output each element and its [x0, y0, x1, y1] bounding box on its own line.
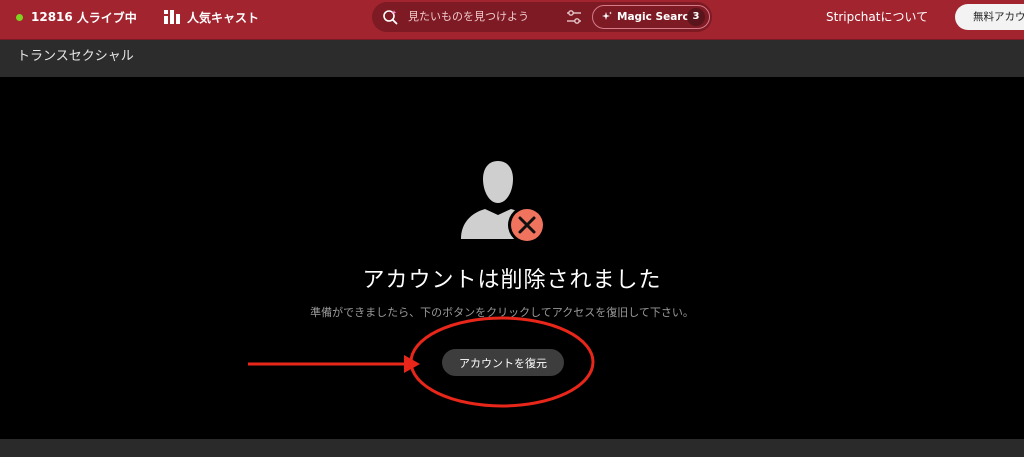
- top-header: 12816 人ライブ中 人気キャスト 見たいものを見つけよう Magic Sea…: [0, 0, 1024, 40]
- live-label: 人ライブ中: [76, 10, 137, 25]
- magic-search-badge: 3: [687, 8, 705, 26]
- search-input[interactable]: 見たいものを見つけよう Magic Search 3: [372, 2, 712, 32]
- category-title: トランスセクシャル: [17, 49, 134, 64]
- live-counter[interactable]: 12816 人ライブ中: [16, 0, 137, 34]
- category-bar: トランスセクシャル: [0, 40, 1024, 77]
- sparkle-icon: [602, 11, 612, 20]
- popular-label: 人気キャスト: [187, 10, 260, 25]
- magic-search-button[interactable]: Magic Search 3: [592, 5, 710, 29]
- deleted-subtitle: 準備ができましたら、下のボタンをクリックしてアクセスを復旧して下さい。: [310, 306, 694, 319]
- footer-strip: [0, 439, 1024, 457]
- signup-button[interactable]: 無料アカウ: [955, 4, 1024, 30]
- user-deleted-icon: [461, 161, 546, 243]
- filter-sliders-icon[interactable]: [566, 9, 582, 25]
- popular-cams-link[interactable]: 人気キャスト: [164, 0, 259, 34]
- restore-account-button[interactable]: アカウントを復元: [442, 349, 564, 376]
- about-link[interactable]: Stripchatについて: [826, 0, 928, 34]
- bar-chart-icon: [164, 10, 180, 24]
- live-count: 12816: [31, 10, 73, 24]
- page-root: 12816 人ライブ中 人気キャスト 見たいものを見つけよう Magic Sea…: [0, 0, 1024, 457]
- main-content: [0, 77, 1024, 439]
- deleted-title: アカウントは削除されました: [362, 268, 662, 293]
- magic-search-label: Magic Search: [617, 11, 697, 23]
- search-placeholder: 見たいものを見つけよう: [408, 10, 529, 23]
- search-sparkle-icon: [383, 10, 398, 25]
- live-dot-icon: [16, 13, 23, 21]
